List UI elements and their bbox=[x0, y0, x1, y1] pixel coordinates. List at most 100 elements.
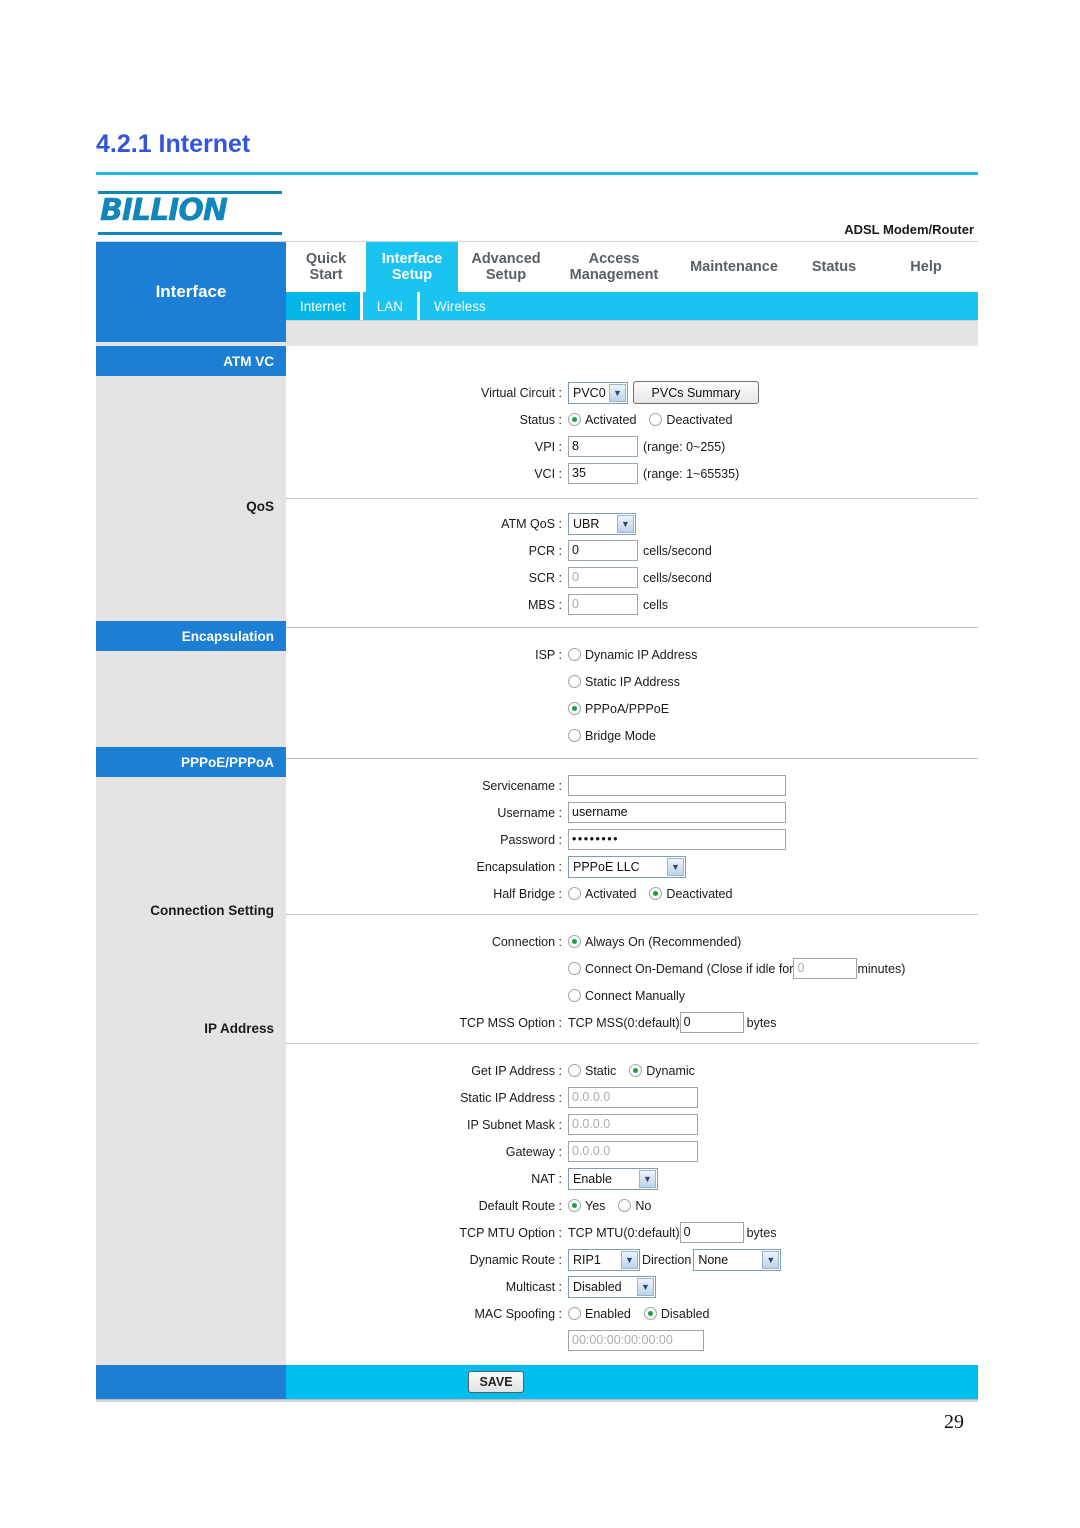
status-radio-deactivated[interactable]: Deactivated bbox=[649, 413, 732, 427]
mac-address-input[interactable]: 00:00:00:00:00:00 bbox=[568, 1330, 704, 1351]
get-ip-address-label: Get IP Address : bbox=[471, 1063, 562, 1078]
sidebar-gap-5 bbox=[96, 925, 286, 1013]
direction-label: Direction bbox=[642, 1252, 692, 1267]
dynamic-route-label: Dynamic Route : bbox=[469, 1252, 562, 1267]
tab-interface-setup[interactable]: Interface Setup bbox=[366, 242, 458, 292]
tcp-mtu-input[interactable]: 0 bbox=[679, 1222, 744, 1243]
tab-maintenance[interactable]: Maintenance bbox=[674, 242, 794, 292]
settings-form: Virtual Circuit : PVC0 ▼ PVCs Summary St… bbox=[286, 346, 978, 1365]
subtab-wireless[interactable]: Wireless bbox=[417, 292, 500, 320]
tcp-mss-unit: bytes bbox=[746, 1015, 777, 1030]
multicast-row: Multicast : Disabled ▼ bbox=[286, 1274, 978, 1299]
isp-radio-dynamic-ip[interactable]: Dynamic IP Address bbox=[568, 648, 697, 662]
subnet-mask-row: IP Subnet Mask : 0.0.0.0 bbox=[286, 1112, 978, 1137]
dynamic-route-select[interactable]: RIP1 ▼ bbox=[568, 1248, 640, 1271]
half-bridge-radio-deactivated[interactable]: Deactivated bbox=[649, 887, 732, 901]
servicename-input[interactable] bbox=[568, 775, 786, 796]
half-bridge-activated-label: Activated bbox=[585, 886, 637, 901]
virtual-circuit-select[interactable]: PVC0 ▼ bbox=[568, 381, 628, 404]
sidebar-gap-3 bbox=[96, 651, 286, 747]
connection-radio-always-on[interactable]: Always On (Recommended) bbox=[568, 935, 741, 949]
tcp-mss-prefix: TCP MSS(0:default) bbox=[568, 1015, 680, 1030]
connection-radio-manual[interactable]: Connect Manually bbox=[568, 989, 685, 1003]
mac-spoofing-enabled-label: Enabled bbox=[585, 1306, 631, 1321]
logo-wordmark: BILLION bbox=[100, 193, 228, 228]
radio-dot-icon bbox=[568, 729, 581, 742]
vci-label: VCI : bbox=[534, 466, 562, 481]
tab-status[interactable]: Status bbox=[794, 242, 874, 292]
tcp-mss-input[interactable]: 0 bbox=[679, 1012, 744, 1033]
pppoe-pppoa-block: Servicename : Username : username Passwo… bbox=[286, 759, 978, 915]
gateway-input[interactable]: 0.0.0.0 bbox=[568, 1141, 698, 1162]
gateway-row: Gateway : 0.0.0.0 bbox=[286, 1139, 978, 1164]
vci-input[interactable]: 35 bbox=[568, 463, 638, 484]
sidebar-item-atm-vc: ATM VC bbox=[96, 346, 286, 376]
default-route-radio-no[interactable]: No bbox=[618, 1199, 651, 1213]
scr-unit: cells/second bbox=[643, 570, 712, 585]
get-ip-radio-static[interactable]: Static bbox=[568, 1064, 616, 1078]
mac-spoofing-label: MAC Spoofing : bbox=[474, 1306, 562, 1321]
chevron-down-icon: ▼ bbox=[617, 514, 634, 533]
multicast-select[interactable]: Disabled ▼ bbox=[568, 1275, 656, 1298]
settings-sidebar: ATM VC QoS Encapsulation PPPoE/PPPoA Con… bbox=[96, 346, 286, 1365]
mbs-input[interactable]: 0 bbox=[568, 594, 638, 615]
isp-row-3: PPPoA/PPPoE bbox=[286, 696, 978, 721]
radio-dot-icon bbox=[568, 887, 581, 900]
static-ip-input[interactable]: 0.0.0.0 bbox=[568, 1087, 698, 1108]
atm-qos-value: UBR bbox=[573, 516, 600, 531]
idle-timeout-input[interactable]: 0 bbox=[793, 958, 858, 979]
isp-radio-pppoa-pppoe[interactable]: PPPoA/PPPoE bbox=[568, 702, 669, 716]
mac-spoofing-radio-disabled[interactable]: Disabled bbox=[643, 1307, 710, 1321]
brand-row: BILLION ADSL Modem/Router bbox=[96, 186, 978, 242]
status-row: Status : Activated Deactivated bbox=[286, 407, 978, 432]
subnet-mask-input[interactable]: 0.0.0.0 bbox=[568, 1114, 698, 1135]
pvcs-summary-button[interactable]: PVCs Summary bbox=[633, 381, 759, 404]
atm-qos-select[interactable]: UBR ▼ bbox=[568, 512, 636, 535]
username-input[interactable]: username bbox=[568, 802, 786, 823]
isp-radio-bridge-mode[interactable]: Bridge Mode bbox=[568, 729, 656, 743]
nat-select[interactable]: Enable ▼ bbox=[568, 1167, 658, 1190]
tcp-mtu-prefix: TCP MTU(0:default) bbox=[568, 1225, 680, 1240]
default-route-radio-yes[interactable]: Yes bbox=[568, 1199, 605, 1213]
logo-bar-bottom bbox=[98, 232, 282, 235]
tab-help[interactable]: Help bbox=[874, 242, 978, 292]
encapsulation-type-select[interactable]: PPPoE LLC ▼ bbox=[568, 855, 686, 878]
tcp-mtu-label: TCP MTU Option : bbox=[459, 1225, 562, 1240]
isp-static-ip-label: Static IP Address bbox=[585, 674, 680, 689]
vpi-input[interactable]: 8 bbox=[568, 436, 638, 457]
status-radio-activated[interactable]: Activated bbox=[568, 413, 636, 427]
dynamic-route-row: Dynamic Route : RIP1 ▼ Direction None ▼ bbox=[286, 1247, 978, 1272]
multicast-label: Multicast : bbox=[505, 1279, 562, 1294]
get-ip-radio-dynamic[interactable]: Dynamic bbox=[629, 1064, 695, 1078]
direction-select[interactable]: None ▼ bbox=[693, 1248, 782, 1271]
isp-radio-static-ip[interactable]: Static IP Address bbox=[568, 675, 680, 689]
vpi-label: VPI : bbox=[534, 439, 562, 454]
connection-row-1: Connection : Always On (Recommended) bbox=[286, 929, 978, 954]
pcr-input[interactable]: 0 bbox=[568, 540, 638, 561]
get-ip-address-row: Get IP Address : Static Dynamic bbox=[286, 1058, 978, 1083]
footer-sidebar-fill bbox=[96, 1365, 286, 1399]
encapsulation-block: ISP : Dynamic IP Address Static IP Addre… bbox=[286, 628, 978, 759]
mac-spoofing-radio-enabled[interactable]: Enabled bbox=[568, 1307, 631, 1321]
virtual-circuit-row: Virtual Circuit : PVC0 ▼ PVCs Summary bbox=[286, 380, 978, 405]
password-input[interactable]: •••••••• bbox=[568, 829, 786, 850]
radio-dot-icon bbox=[568, 648, 581, 661]
connection-row-3: Connect Manually bbox=[286, 983, 978, 1008]
vpi-range-hint: (range: 0~255) bbox=[643, 439, 726, 454]
connection-radio-on-demand[interactable]: Connect On-Demand (Close if idle for bbox=[568, 962, 793, 976]
tab-quick-start[interactable]: Quick Start bbox=[286, 242, 366, 292]
tab-advanced-setup[interactable]: Advanced Setup bbox=[458, 242, 554, 292]
radio-dot-icon bbox=[568, 1307, 581, 1320]
subtab-lan[interactable]: LAN bbox=[359, 292, 417, 320]
radio-dot-icon bbox=[568, 1064, 581, 1077]
subtab-internet[interactable]: Internet bbox=[286, 292, 360, 320]
mac-address-row: 00:00:00:00:00:00 bbox=[286, 1328, 978, 1353]
virtual-circuit-label: Virtual Circuit : bbox=[480, 385, 562, 400]
scr-input[interactable]: 0 bbox=[568, 567, 638, 588]
atm-vc-block: Virtual Circuit : PVC0 ▼ PVCs Summary St… bbox=[286, 346, 978, 499]
save-button[interactable]: SAVE bbox=[468, 1371, 524, 1393]
half-bridge-radio-activated[interactable]: Activated bbox=[568, 887, 636, 901]
tab-access-management[interactable]: Access Management bbox=[554, 242, 674, 292]
chevron-down-icon: ▼ bbox=[621, 1250, 638, 1269]
footer-save-area: SAVE bbox=[286, 1365, 978, 1399]
